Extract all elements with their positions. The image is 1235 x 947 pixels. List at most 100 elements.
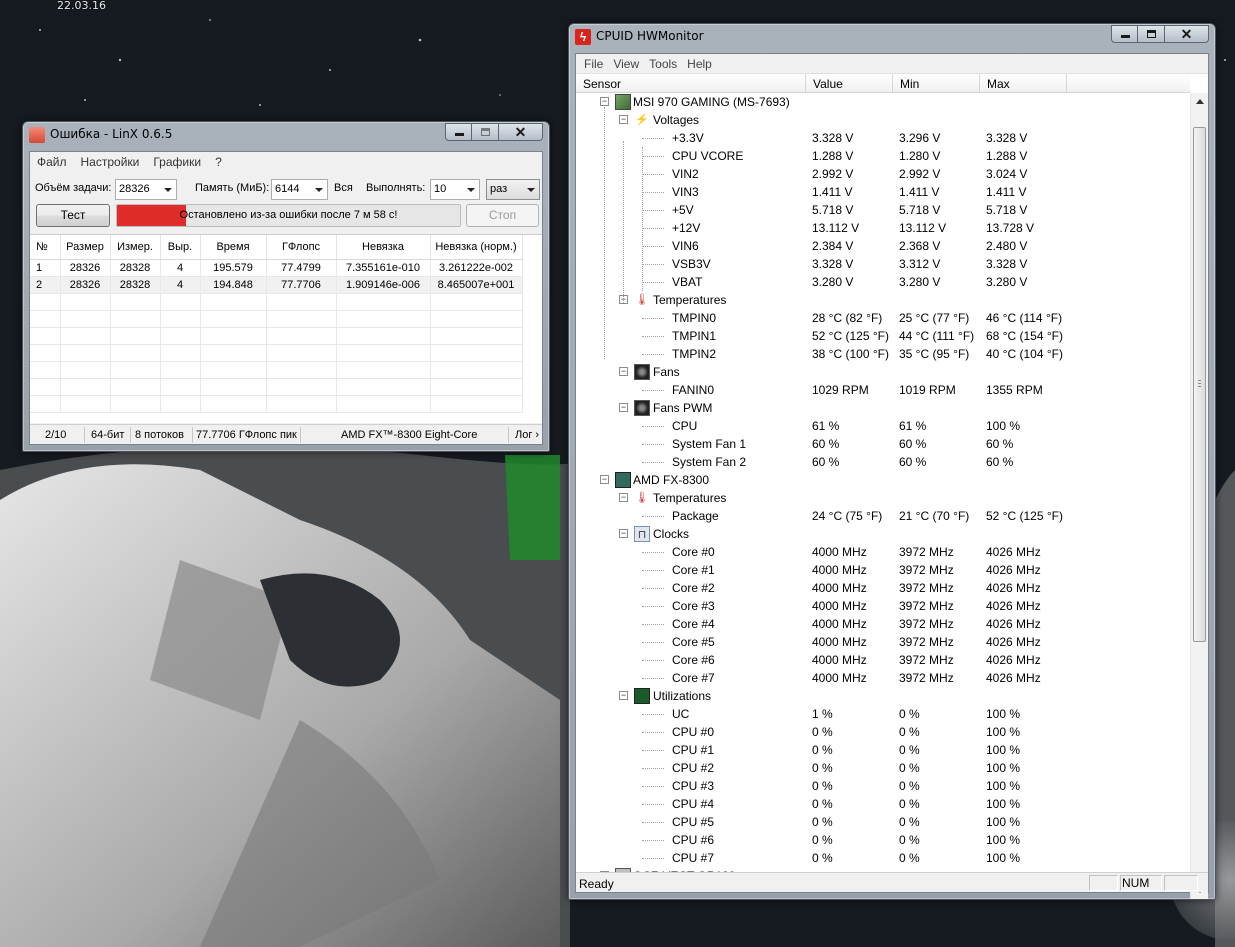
col-residual-norm[interactable]: Невязка (норм.) [430,235,523,260]
device-node[interactable]: − MSI 970 GAMING (MS-7693) [576,93,1190,111]
problem-size-combo[interactable]: 28326 [115,179,177,200]
col-num[interactable]: № [30,235,61,260]
sensor-row[interactable]: VIN3 1.411 V 1.411 V 1.411 V [576,183,1190,201]
sensor-row[interactable]: Core #1 4000 MHz 3972 MHz 4026 MHz [576,561,1190,579]
sensor-row[interactable]: Core #0 4000 MHz 3972 MHz 4026 MHz [576,543,1190,561]
run-unit-combo[interactable]: раз [486,179,540,200]
test-button[interactable]: Тест [36,204,110,227]
category-node[interactable]: − 🌡 Temperatures [576,489,1190,507]
hwmonitor-window[interactable]: ϟ CPUID HWMonitor ✕ File View Tools Help… [568,23,1216,900]
vertical-scrollbar[interactable] [1190,93,1208,899]
sensor-row[interactable]: CPU #4 0 % 0 % 100 % [576,795,1190,813]
column-divider[interactable] [1066,74,1067,93]
col-align[interactable]: Выр. [160,235,201,260]
log-button[interactable]: Лог › [515,429,539,441]
collapse-icon[interactable]: − [619,403,628,412]
collapse-icon[interactable]: − [600,475,609,484]
sensor-row[interactable]: Core #5 4000 MHz 3972 MHz 4026 MHz [576,633,1190,651]
sensor-row[interactable]: CPU #2 0 % 0 % 100 % [576,759,1190,777]
menu-graphs[interactable]: Графики [153,155,201,171]
collapse-icon[interactable]: − [619,367,628,376]
sensor-row[interactable]: Core #2 4000 MHz 3972 MHz 4026 MHz [576,579,1190,597]
col-max[interactable]: Max [987,77,1010,91]
menu-file[interactable]: Файл [37,155,67,171]
sensor-row[interactable]: VIN6 2.384 V 2.368 V 2.480 V [576,237,1190,255]
device-node[interactable]: − AMD FX-8300 [576,471,1190,489]
sensor-row[interactable]: FANIN0 1029 RPM 1019 RPM 1355 RPM [576,381,1190,399]
column-divider[interactable] [979,74,980,93]
sensor-row[interactable]: TMPIN2 38 °C (100 °F) 35 °C (95 °F) 40 °C (… [576,345,1190,363]
sensor-row[interactable]: Core #4 4000 MHz 3972 MHz 4026 MHz [576,615,1190,633]
all-memory-label[interactable]: Вся [334,182,353,194]
hwmonitor-titlebar[interactable]: ϟ CPUID HWMonitor ✕ [569,24,1215,50]
run-count-combo[interactable]: 10 [430,179,480,200]
sensor-row[interactable]: +3.3V 3.328 V 3.296 V 3.328 V [576,129,1190,147]
menu-file[interactable]: File [579,57,608,73]
menu-tools[interactable]: Tools [644,57,682,73]
collapse-icon[interactable]: − [619,529,628,538]
sensor-row[interactable]: CPU #1 0 % 0 % 100 % [576,741,1190,759]
col-sensor[interactable]: Sensor [583,77,621,91]
stop-button[interactable]: Стоп [466,204,539,227]
collapse-icon[interactable]: − [619,493,628,502]
sensor-row[interactable]: CPU #3 0 % 0 % 100 % [576,777,1190,795]
category-node[interactable]: − Utilizations [576,687,1190,705]
sensor-row[interactable]: TMPIN1 52 °C (125 °F) 44 °C (111 °F) 68 °C … [576,327,1190,345]
sensor-row[interactable]: VIN2 2.992 V 2.992 V 3.024 V [576,165,1190,183]
column-header: Sensor Value Min Max [576,74,1190,93]
sensor-row[interactable]: CPU 61 % 61 % 100 % [576,417,1190,435]
sensor-row[interactable]: CPU #6 0 % 0 % 100 % [576,831,1190,849]
category-node[interactable]: − ⚡ Voltages [576,111,1190,129]
collapse-icon[interactable]: − [600,97,609,106]
maximize-button[interactable] [472,123,499,141]
table-row[interactable]: 2 28326 28328 4 194.848 77.7706 1.909146e-006 8… [30,276,523,294]
col-dim[interactable]: Измер. [110,235,161,260]
col-size[interactable]: Размер [60,235,111,260]
sensor-row[interactable]: System Fan 2 60 % 60 % 60 % [576,453,1190,471]
maximize-button[interactable] [1138,25,1165,43]
category-node[interactable]: − Fans PWM [576,399,1190,417]
minimize-button[interactable] [445,123,472,141]
linx-window[interactable]: Ошибка - LinX 0.6.5 ✕ Файл Настройки Гра… [22,121,550,452]
close-button[interactable]: ✕ [499,123,543,141]
sensor-row[interactable]: CPU #5 0 % 0 % 100 % [576,813,1190,831]
menu-help[interactable]: Help [682,57,717,73]
column-divider[interactable] [892,74,893,93]
memory-combo[interactable]: 6144 [271,179,328,200]
sensor-row[interactable]: VBAT 3.280 V 3.280 V 3.280 V [576,273,1190,291]
category-node[interactable]: − 🌡 Temperatures [576,291,1190,309]
sensor-row[interactable]: CPU #7 0 % 0 % 100 % [576,849,1190,867]
col-min[interactable]: Min [900,77,919,91]
sensor-row[interactable]: UC 1 % 0 % 100 % [576,705,1190,723]
collapse-icon[interactable]: − [619,115,628,124]
category-node[interactable]: − ⊓ Clocks [576,525,1190,543]
sensor-row[interactable]: VSB3V 3.328 V 3.312 V 3.328 V [576,255,1190,273]
sensor-row[interactable]: CPU #0 0 % 0 % 100 % [576,723,1190,741]
menu-settings[interactable]: Настройки [81,155,140,171]
sensor-row[interactable]: Core #7 4000 MHz 3972 MHz 4026 MHz [576,669,1190,687]
close-button[interactable]: ✕ [1165,25,1209,43]
sensor-row[interactable]: +12V 13.112 V 13.112 V 13.728 V [576,219,1190,237]
col-value[interactable]: Value [813,77,843,91]
empty-cell [336,378,431,396]
column-divider[interactable] [805,74,806,93]
category-node[interactable]: − Fans [576,363,1190,381]
collapse-icon[interactable]: − [619,691,628,700]
sensor-row[interactable]: Core #3 4000 MHz 3972 MHz 4026 MHz [576,597,1190,615]
table-row[interactable]: 1 28326 28328 4 195.579 77.4799 7.355161e-010 3… [30,259,523,277]
sensor-row[interactable]: Package 24 °C (75 °F) 21 °C (70 °F) 52 °C (… [576,507,1190,525]
menu-view[interactable]: View [608,57,644,73]
menu-help[interactable]: ? [215,155,222,171]
sensor-row[interactable]: CPU VCORE 1.288 V 1.280 V 1.288 V [576,147,1190,165]
sensor-row[interactable]: +5V 5.718 V 5.718 V 5.718 V [576,201,1190,219]
scrollbar-thumb[interactable] [1193,127,1206,642]
col-gflops[interactable]: ГФлопс [266,235,337,260]
linx-titlebar[interactable]: Ошибка - LinX 0.6.5 ✕ [23,122,549,148]
minimize-button[interactable] [1111,25,1138,43]
sensor-row[interactable]: Core #6 4000 MHz 3972 MHz 4026 MHz [576,651,1190,669]
sensor-row[interactable]: System Fan 1 60 % 60 % 60 % [576,435,1190,453]
col-residual[interactable]: Невязка [336,235,431,260]
col-time[interactable]: Время [200,235,267,260]
sensor-row[interactable]: TMPIN0 28 °C (82 °F) 25 °C (77 °F) 46 °C (1… [576,309,1190,327]
scroll-up-icon[interactable] [1196,99,1204,104]
